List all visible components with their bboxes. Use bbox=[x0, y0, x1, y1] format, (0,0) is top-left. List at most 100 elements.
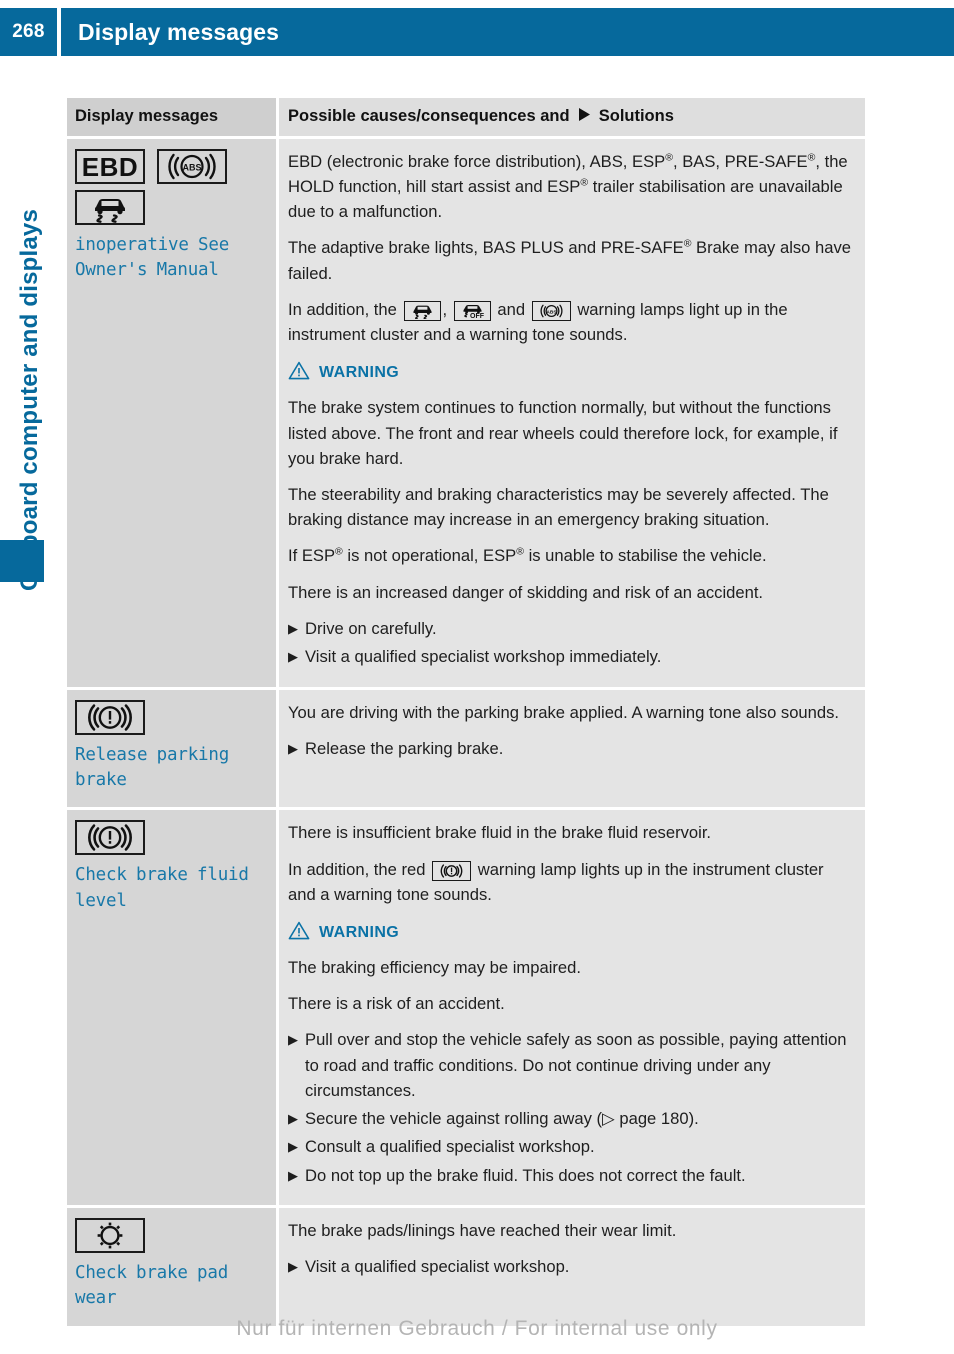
list-item: ▶ Drive on carefully. bbox=[288, 616, 851, 641]
message-line: inoperative See bbox=[75, 234, 230, 255]
registered-mark: ® bbox=[665, 151, 673, 164]
brake-warning-icon bbox=[75, 699, 145, 735]
page-header: 268 Display messages bbox=[0, 8, 954, 56]
list-item-text: Visit a qualified specialist workshop im… bbox=[305, 647, 662, 667]
list-item: ▶ Consult a qualified specialist worksho… bbox=[288, 1134, 851, 1159]
table-row: EBD ABS inoperative See Owner's Manual E… bbox=[67, 138, 865, 690]
table-header-left: Display messages bbox=[67, 98, 279, 136]
brake-warning-icon bbox=[75, 820, 145, 856]
text-span: In addition, the red bbox=[288, 859, 426, 879]
warning-triangle-icon bbox=[288, 921, 310, 945]
esp-skid-icon bbox=[403, 300, 441, 321]
row-content-cell: There is insufficient brake fluid in the… bbox=[279, 810, 865, 1206]
message-line: Check brake fluid bbox=[75, 865, 249, 886]
list-item: ▶ Release the parking brake. bbox=[288, 736, 851, 761]
svg-text:ABS: ABS bbox=[183, 162, 202, 172]
chapter-tab-marker bbox=[0, 540, 44, 582]
paragraph: The brake pads/linings have reached thei… bbox=[288, 1221, 677, 1241]
message-line: brake bbox=[75, 769, 127, 790]
display-message-text: Check brake fluid level bbox=[75, 863, 264, 914]
text-span: and bbox=[497, 299, 526, 319]
list-item: ▶ Visit a qualified specialist workshop … bbox=[288, 644, 851, 669]
solutions-triangle-icon bbox=[579, 107, 591, 127]
chapter-label: On-board computer and displays bbox=[16, 208, 43, 592]
row-symbols-cell: Release parking brake bbox=[67, 689, 279, 808]
bullet-triangle-icon: ▶ bbox=[288, 740, 298, 756]
row-content-cell: The brake pads/linings have reached thei… bbox=[279, 1208, 865, 1326]
list-item-text: Visit a qualified specialist workshop. bbox=[305, 1257, 570, 1277]
symbol-group bbox=[75, 189, 264, 225]
brake-pad-wear-icon bbox=[75, 1218, 145, 1254]
paragraph: The steerability and braking characteris… bbox=[288, 484, 829, 530]
list-item-text: Pull over and stop the vehicle safely as… bbox=[305, 1030, 847, 1100]
list-item: ▶ Secure the vehicle against rolling awa… bbox=[288, 1106, 851, 1131]
list-item: ▶ Do not top up the brake fluid. This do… bbox=[288, 1163, 851, 1188]
text-span: is not operational, ESP bbox=[342, 546, 517, 566]
warning-label: WARNING bbox=[319, 364, 400, 382]
table-row: Release parking brake You are driving wi… bbox=[67, 689, 865, 811]
ebd-icon: EBD bbox=[75, 148, 145, 184]
column-header-display-messages: Display messages bbox=[75, 107, 219, 125]
bullet-triangle-icon: ▶ bbox=[288, 620, 298, 636]
list-item-text: Secure the vehicle against rolling away … bbox=[305, 1109, 699, 1129]
list-item-text: Do not top up the brake fluid. This does… bbox=[305, 1165, 746, 1185]
paragraph: There is insufficient brake fluid in the… bbox=[288, 823, 712, 843]
paragraph-with-icons: In addition, the , OFF and ABS warning l… bbox=[288, 297, 851, 347]
brake-warning-icon bbox=[432, 860, 472, 881]
paragraph: If ESP® is not operational, ESP® is unab… bbox=[288, 543, 851, 568]
symbol-group bbox=[75, 820, 264, 856]
list-item-text: Drive on carefully. bbox=[305, 618, 437, 638]
svg-text:OFF: OFF bbox=[470, 313, 485, 319]
warning-heading: WARNING bbox=[288, 921, 851, 945]
table-row: Check brake pad wear The brake pads/lini… bbox=[67, 1208, 865, 1326]
list-item: ▶ Pull over and stop the vehicle safely … bbox=[288, 1027, 851, 1103]
paragraph: EBD (electronic brake force distribution… bbox=[288, 149, 851, 225]
symbol-group bbox=[75, 1218, 264, 1254]
display-message-text: Release parking brake bbox=[75, 743, 264, 794]
abs-icon: ABS bbox=[157, 148, 228, 184]
table-row: Check brake fluid level There is insuffi… bbox=[67, 810, 865, 1209]
text-span: , bbox=[442, 299, 448, 319]
registered-mark: ® bbox=[580, 176, 589, 189]
column-header-solutions: Possible causes/consequences and Solutio… bbox=[288, 107, 851, 127]
footer-watermark: Nur für internen Gebrauch / For internal… bbox=[236, 1317, 718, 1340]
text-span: The adaptive brake lights, BAS PLUS and … bbox=[288, 238, 684, 258]
esp-skid-icon bbox=[75, 189, 145, 225]
row-symbols-cell: EBD ABS inoperative See Owner's Manual bbox=[67, 138, 279, 687]
bullet-triangle-icon: ▶ bbox=[288, 1111, 298, 1127]
message-line: wear bbox=[75, 1288, 117, 1309]
esp-off-icon: OFF bbox=[453, 300, 491, 321]
bullet-triangle-icon: ▶ bbox=[288, 1167, 298, 1183]
symbol-group: EBD ABS bbox=[75, 148, 264, 184]
list-item: ▶ Visit a qualified specialist workshop. bbox=[288, 1254, 851, 1279]
paragraph-with-icons: In addition, the red warning lamp lights… bbox=[288, 857, 851, 907]
display-messages-table: Display messages Possible causes/consequ… bbox=[67, 98, 865, 1326]
symbol-group bbox=[75, 699, 264, 735]
row-content-cell: You are driving with the parking brake a… bbox=[279, 689, 865, 808]
page-title: Display messages bbox=[78, 18, 280, 45]
list-item-text: Consult a qualified specialist workshop. bbox=[305, 1137, 595, 1157]
message-line: level bbox=[75, 890, 127, 911]
paragraph: The brake system continues to function n… bbox=[288, 398, 838, 468]
row-symbols-cell: Check brake fluid level bbox=[67, 810, 279, 1206]
bullet-triangle-icon: ▶ bbox=[288, 1139, 298, 1155]
abs-icon: ABS bbox=[531, 300, 571, 321]
display-message-text: Check brake pad wear bbox=[75, 1261, 264, 1312]
message-line: Release parking bbox=[75, 744, 230, 765]
text-span: EBD (electronic brake force distribution… bbox=[288, 151, 666, 171]
display-message-text: inoperative See Owner's Manual bbox=[75, 233, 264, 284]
paragraph: The braking efficiency may be impaired. bbox=[288, 957, 581, 977]
bullet-triangle-icon: ▶ bbox=[288, 1032, 298, 1048]
warning-heading: WARNING bbox=[288, 361, 851, 385]
paragraph: There is a risk of an accident. bbox=[288, 994, 505, 1014]
row-content-cell: EBD (electronic brake force distribution… bbox=[279, 138, 865, 687]
column-header-prefix: Possible causes/consequences and bbox=[288, 107, 570, 125]
column-header-suffix: Solutions bbox=[598, 107, 674, 125]
list-item-text: Release the parking brake. bbox=[305, 738, 504, 758]
bullet-triangle-icon: ▶ bbox=[288, 649, 298, 665]
message-line: Owner's Manual bbox=[75, 260, 219, 281]
text-span: is unable to stabilise the vehicle. bbox=[523, 546, 767, 566]
table-header-right: Possible causes/consequences and Solutio… bbox=[279, 98, 865, 136]
table-header-row: Display messages Possible causes/consequ… bbox=[67, 98, 865, 139]
registered-mark: ® bbox=[516, 545, 524, 558]
